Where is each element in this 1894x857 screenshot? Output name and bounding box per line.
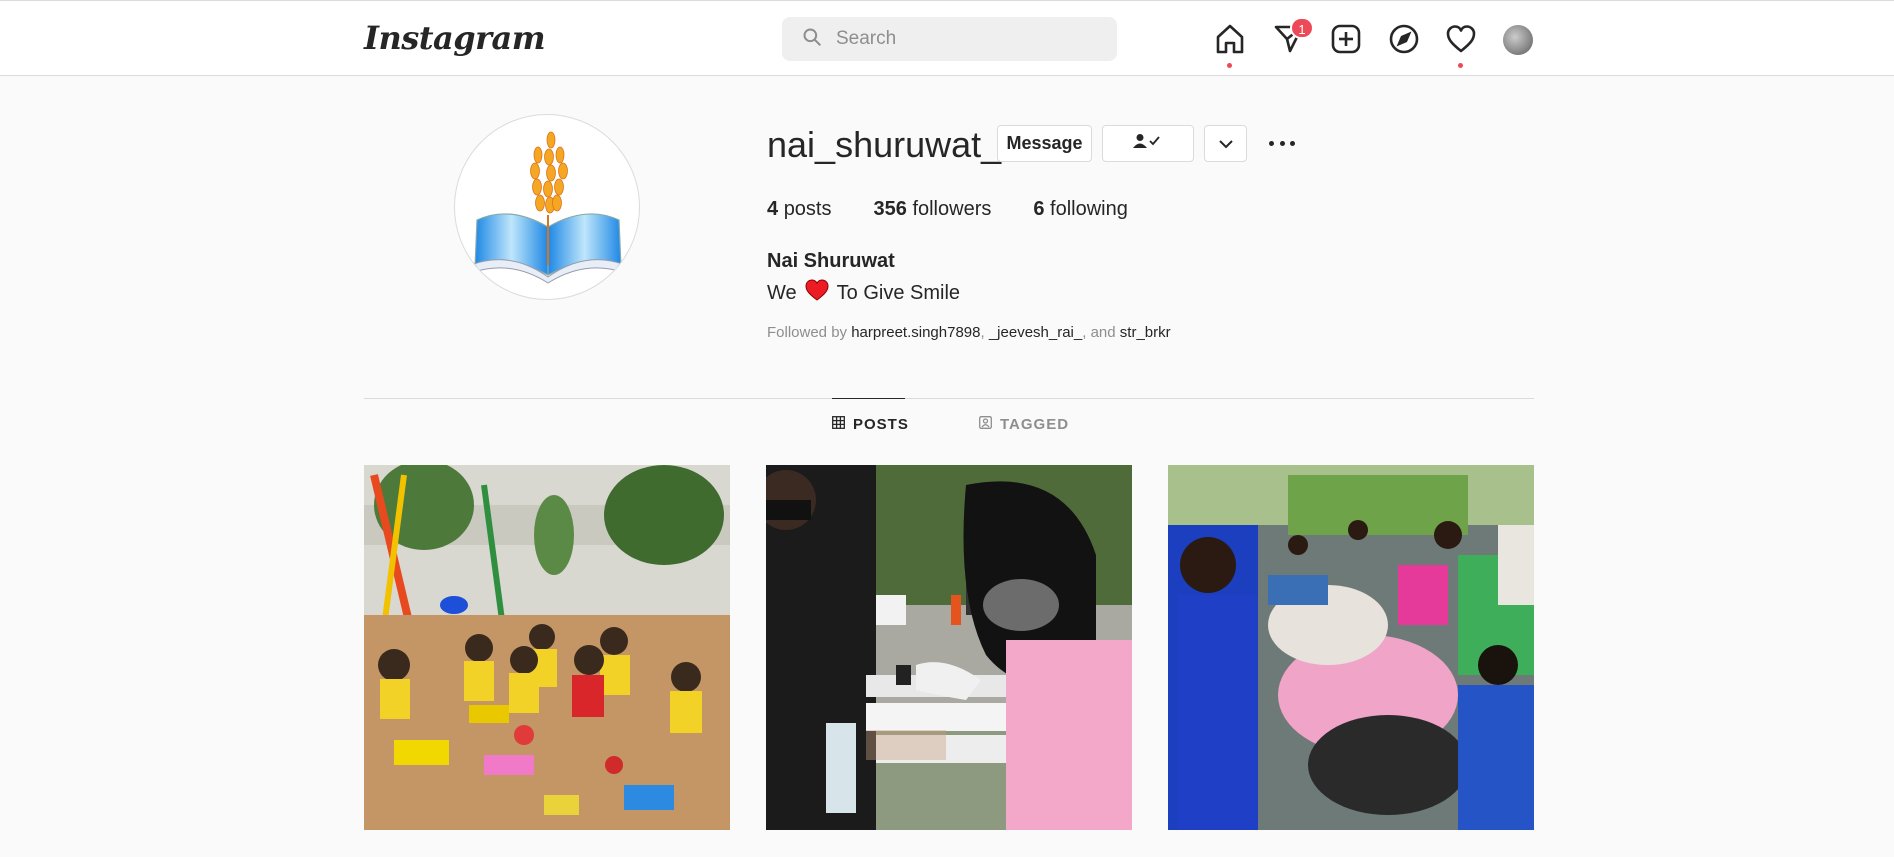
top-navigation-bar: Instagram 1	[0, 0, 1894, 76]
post-thumbnail[interactable]	[1168, 465, 1534, 830]
post-thumbnail[interactable]	[364, 465, 730, 830]
following-link[interactable]: 6 following	[1033, 198, 1128, 221]
new-post-icon[interactable]	[1330, 23, 1362, 55]
followed-by-user[interactable]: str_brkr	[1120, 324, 1171, 341]
grid-icon	[832, 416, 853, 433]
following-status-button[interactable]	[1102, 125, 1194, 162]
tab-tagged[interactable]: TAGGED	[979, 398, 1069, 450]
search-icon	[802, 27, 822, 52]
followed-by-text[interactable]: Followed by harpreet.singh7898, _jeevesh…	[767, 324, 1171, 341]
post-thumbnail[interactable]	[766, 465, 1132, 830]
profile-full-name: Nai Shuruwat	[767, 250, 895, 272]
chevron-down-icon	[1218, 133, 1233, 154]
activity-heart-icon[interactable]	[1445, 23, 1477, 68]
explore-icon[interactable]	[1388, 23, 1420, 55]
suggested-accounts-dropdown[interactable]	[1204, 125, 1247, 162]
search-input[interactable]	[836, 28, 1096, 50]
posts-count: 4 posts	[767, 198, 832, 220]
tabs-divider	[364, 398, 1534, 399]
direct-icon[interactable]: 1	[1273, 17, 1314, 55]
bio-suffix: To Give Smile	[836, 281, 961, 304]
heart-emoji-icon	[797, 279, 837, 307]
search-box[interactable]	[782, 17, 1117, 61]
more-options-icon[interactable]	[1267, 130, 1297, 156]
direct-unread-badge: 1	[1290, 17, 1314, 39]
activity-notification-dot	[1458, 63, 1463, 68]
profile-picture[interactable]	[454, 114, 640, 300]
bio-prefix: We	[767, 281, 797, 304]
followers-link[interactable]: 356 followers	[874, 198, 992, 221]
profile-username: nai_shuruwat_	[767, 124, 1002, 165]
profile-stats: 4 posts 356 followers 6 following	[767, 198, 1170, 221]
followed-by-user[interactable]: harpreet.singh7898	[851, 324, 980, 341]
tab-posts[interactable]: POSTS	[832, 398, 908, 450]
tagged-person-icon	[979, 415, 1000, 433]
home-notification-dot	[1227, 63, 1232, 68]
message-button[interactable]: Message	[997, 125, 1092, 162]
followed-by-user[interactable]: _jeevesh_rai_	[989, 324, 1082, 341]
user-check-icon	[1133, 133, 1163, 154]
avatar[interactable]	[1503, 25, 1533, 55]
profile-bio: We To Give Smile	[767, 279, 960, 307]
home-icon[interactable]	[1214, 23, 1246, 68]
instagram-logo[interactable]: Instagram	[364, 19, 546, 57]
